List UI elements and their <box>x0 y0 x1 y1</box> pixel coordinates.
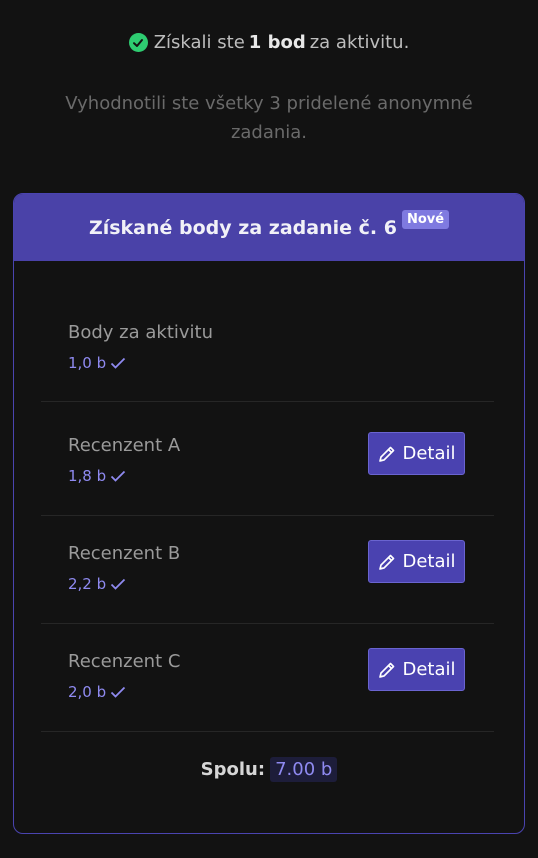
points-value: 1,0 b <box>68 354 107 372</box>
message-points: 1 bod <box>248 32 306 53</box>
points-row-reviewer-b: Recenzent B 2,2 b Detail <box>41 516 494 624</box>
detail-button-reviewer-a[interactable]: Detail <box>368 432 465 475</box>
check-circle-icon <box>128 33 148 52</box>
activity-result-message: Získali ste 1 bod za aktivitu. <box>0 32 538 53</box>
row-points: 1,8 b <box>68 467 126 485</box>
row-points: 1,0 b <box>68 354 126 372</box>
card-header: Získané body za zadanie č. 6 Nové <box>14 194 524 261</box>
pencil-icon <box>379 446 395 462</box>
detail-button-reviewer-b[interactable]: Detail <box>368 540 465 583</box>
row-label: Recenzent B <box>68 543 181 564</box>
total-label: Spolu: <box>200 759 266 780</box>
row-label: Body za aktivitu <box>68 322 213 343</box>
points-card: Získané body za zadanie č. 6 Nové Body z… <box>13 193 525 834</box>
points-value: 2,0 b <box>68 683 107 701</box>
evaluation-status-text: Vyhodnotili ste všetky 3 pridelené anony… <box>65 93 473 143</box>
message-suffix: za aktivitu. <box>309 32 410 53</box>
points-row-reviewer-c: Recenzent C 2,0 b Detail <box>41 624 494 732</box>
total-value: 7.00 b <box>270 757 338 782</box>
checkmark-icon <box>111 686 126 698</box>
detail-button-reviewer-c[interactable]: Detail <box>368 648 465 691</box>
checkmark-icon <box>111 470 126 482</box>
pencil-icon <box>379 554 395 570</box>
points-row-activity: Body za aktivitu 1,0 b <box>41 261 494 402</box>
detail-label: Detail <box>402 443 456 464</box>
points-value: 2,2 b <box>68 575 107 593</box>
points-row-reviewer-a: Recenzent A 1,8 b Detail <box>41 402 494 516</box>
row-points: 2,0 b <box>68 683 126 701</box>
checkmark-icon <box>111 578 126 590</box>
message-prefix: Získali ste <box>153 32 245 53</box>
detail-label: Detail <box>402 659 456 680</box>
checkmark-icon <box>111 357 126 369</box>
card-title: Získané body za zadanie č. 6 <box>88 216 397 239</box>
row-label: Recenzent A <box>68 435 181 456</box>
points-value: 1,8 b <box>68 467 107 485</box>
detail-label: Detail <box>402 551 456 572</box>
total-points: Spolu: 7.00 b <box>14 757 524 782</box>
row-label: Recenzent C <box>68 651 181 672</box>
row-points: 2,2 b <box>68 575 126 593</box>
new-badge: Nové <box>401 210 450 229</box>
pencil-icon <box>379 662 395 678</box>
